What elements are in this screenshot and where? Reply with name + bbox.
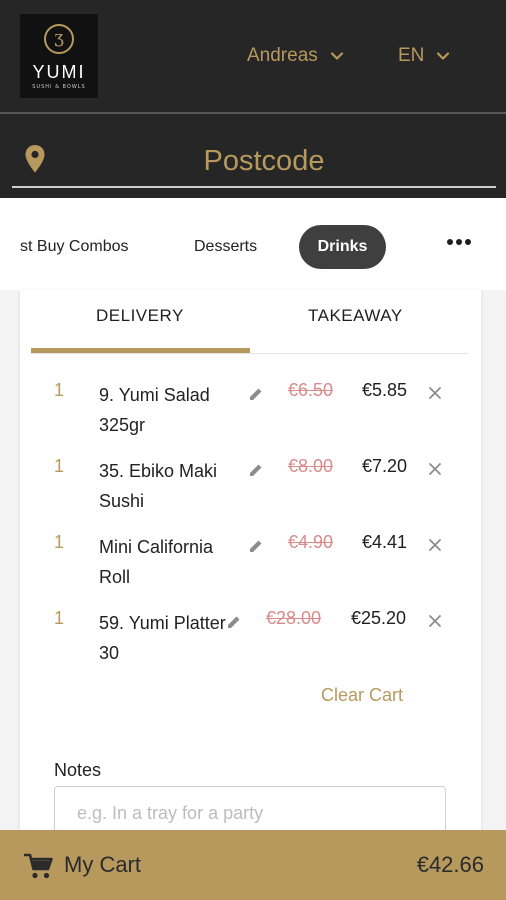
category-drinks[interactable]: Drinks [299,225,386,269]
map-pin-icon [25,145,45,173]
item-original-price: €6.50 [288,380,334,400]
item-quantity: 1 [54,608,65,628]
item-quantity: 1 [54,456,65,476]
close-icon[interactable] [428,538,442,552]
pencil-icon[interactable] [248,462,264,478]
item-name: 9. Yumi Salad 325gr [99,385,210,435]
pencil-icon[interactable] [248,538,264,554]
postcode-bar [0,112,506,198]
chevron-down-icon [330,52,343,60]
language-dropdown[interactable]: EN [398,40,450,72]
item-original-price: €4.90 [288,532,334,552]
item-price: €5.85 [362,380,408,400]
cart-total: €42.66 [416,852,484,877]
item-quantity: 1 [54,532,65,552]
item-price: €7.20 [362,456,408,476]
item-price: €25.20 [351,608,407,628]
item-quantity: 1 [54,380,65,400]
logo-name: YUMI [32,62,86,82]
close-icon[interactable] [428,386,442,400]
tabs-divider [31,353,469,354]
notes-label: Notes [54,760,102,780]
cart-item: 1 Mini California Roll €4.90 €4.41 [20,532,481,602]
pencil-icon[interactable] [248,386,264,402]
user-menu-dropdown[interactable]: Andreas [247,40,344,72]
category-desserts[interactable]: Desserts [194,225,257,269]
shopping-cart-icon [24,853,53,879]
cart-card: DELIVERY TAKEAWAY 1 9. Yumi Salad 325gr … [20,290,481,850]
top-header: ʒ YUMI SUSHI & BOWLS Andreas EN [0,0,506,112]
item-name: 35. Ebiko Maki Sushi [99,461,218,511]
cart-item: 1 35. Ebiko Maki Sushi €8.00 €7.20 [20,456,481,526]
item-name: Mini California Roll [99,537,214,587]
more-horizontal-icon[interactable] [446,235,472,249]
chevron-down-icon [437,52,450,60]
logo-mark: ʒ [44,24,74,54]
my-cart-label: My Cart [64,852,141,877]
pencil-icon[interactable] [226,614,242,630]
close-icon[interactable] [428,462,442,476]
postcode-input[interactable] [12,136,496,188]
tab-delivery[interactable]: DELIVERY [96,306,184,326]
category-best-buy-combos[interactable]: st Buy Combos [20,225,128,269]
category-tabs: st Buy Combos Desserts Drinks [0,198,506,290]
clear-cart-button[interactable]: Clear Cart [321,685,403,706]
close-icon[interactable] [428,614,442,628]
yumi-logo[interactable]: ʒ YUMI SUSHI & BOWLS [20,14,98,98]
logo-tagline: SUSHI & BOWLS [32,84,86,90]
user-name: Andreas [247,45,318,66]
cart-item: 1 9. Yumi Salad 325gr €6.50 €5.85 [20,380,481,450]
order-type-tabs: DELIVERY TAKEAWAY [20,290,481,354]
item-original-price: €8.00 [288,456,334,476]
item-price: €4.41 [362,532,408,552]
item-original-price: €28.00 [266,608,322,628]
my-cart-bar[interactable]: My Cart €42.66 [0,830,506,900]
cart-item: 1 59. Yumi Platter 30 €28.00 €25.20 [20,608,481,678]
tab-takeaway[interactable]: TAKEAWAY [308,306,403,326]
language-code: EN [398,45,425,66]
item-name: 59. Yumi Platter 30 [99,613,226,663]
